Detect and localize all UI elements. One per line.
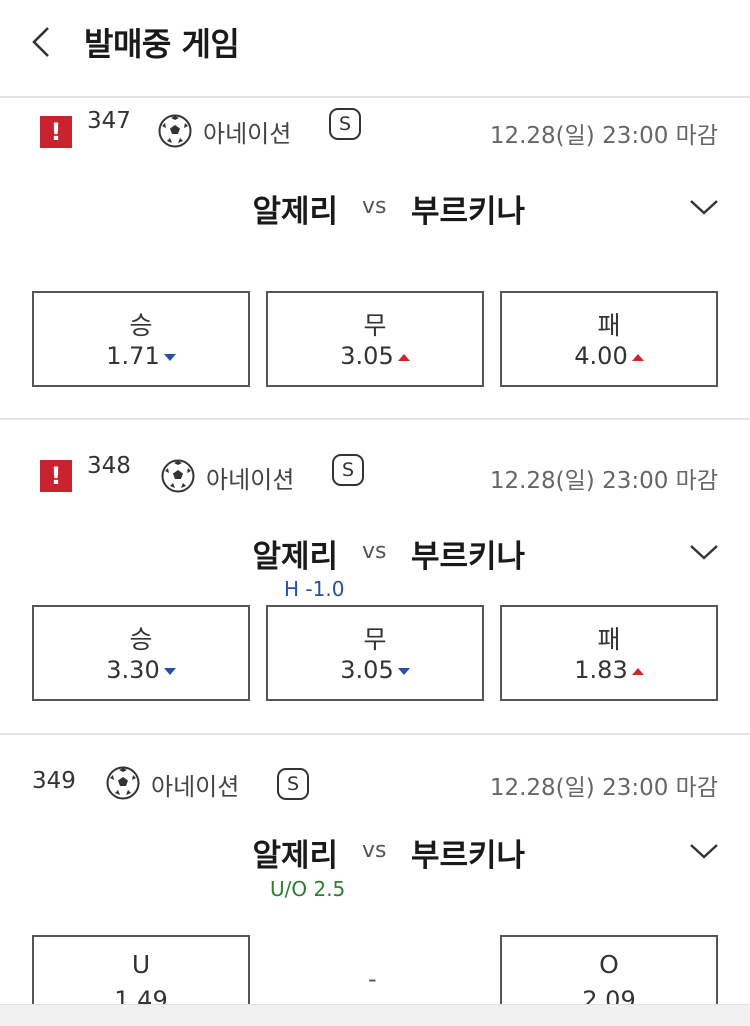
warning-badge: ! (40, 116, 72, 148)
odds-label: 무 (363, 311, 387, 340)
game-card: ! 348 아네이션 S 12.28(일) 23:00 마감 알제리 vs 부르… (0, 422, 750, 735)
soccer-ball-icon (161, 459, 195, 493)
odds-value: 1.83 (574, 656, 628, 684)
soccer-ball-icon (106, 766, 140, 800)
bottom-bar (0, 1004, 750, 1026)
game-number: 348 (87, 453, 131, 479)
away-team: 부르키나 (411, 194, 526, 230)
odds-value: 3.05 (340, 342, 394, 370)
soccer-ball-icon (158, 114, 192, 148)
game-card: 349 아네이션 S 12.28(일) 23:00 마감 알제리 vs 부르키나… (0, 737, 750, 1026)
odds-up-icon (631, 667, 644, 675)
odds-down-icon (397, 667, 410, 675)
odds-empty-dash: - (368, 965, 377, 993)
away-team: 부르키나 (411, 539, 526, 575)
handicap-label: U/O 2.5 (270, 877, 346, 901)
deadline-text: 12.28(일) 23:00 마감 (489, 775, 718, 801)
vs-label: vs (362, 539, 387, 564)
home-team: 알제리 (252, 539, 338, 575)
page-title: 발매중 게임 (84, 25, 240, 63)
odds-label: O (599, 950, 619, 979)
handicap-label: H -1.0 (284, 577, 345, 601)
chevron-down-icon[interactable] (688, 196, 720, 218)
warning-badge: ! (40, 460, 72, 492)
odds-up-icon (397, 353, 410, 361)
vs-label: vs (362, 194, 387, 219)
odds-value: 3.30 (106, 656, 160, 684)
odds-value: 4.00 (574, 342, 628, 370)
odds-value: 3.05 (340, 656, 394, 684)
chevron-down-icon[interactable] (688, 840, 720, 862)
app-header: 발매중 게임 (0, 0, 750, 98)
back-arrow-icon[interactable] (22, 22, 62, 62)
odds-down-icon (163, 667, 176, 675)
away-team: 부르키나 (411, 838, 526, 874)
chevron-down-icon[interactable] (688, 541, 720, 563)
odds-label: 무 (363, 625, 387, 654)
odds-label: 패 (597, 311, 621, 340)
league-label: 아네이션 (206, 466, 295, 494)
deadline-text: 12.28(일) 23:00 마감 (489, 468, 718, 494)
deadline-text: 12.28(일) 23:00 마감 (489, 123, 718, 149)
odds-value: 1.71 (106, 342, 160, 370)
odds-label: 패 (597, 625, 621, 654)
game-number: 347 (87, 108, 131, 134)
game-card: ! 347 아네이션 S 12.28(일) 23:00 마감 알제리 vs 부르… (0, 100, 750, 420)
game-number: 349 (32, 768, 76, 794)
odds-label: 승 (129, 311, 153, 340)
odds-label: U (131, 950, 151, 979)
odds-button-draw[interactable]: 무 3.05 (266, 605, 484, 701)
odds-button-lose[interactable]: 패 4.00 (500, 291, 718, 387)
home-team: 알제리 (252, 194, 338, 230)
odds-button-win[interactable]: 승 3.30 (32, 605, 250, 701)
odds-up-icon (631, 353, 644, 361)
odds-button-lose[interactable]: 패 1.83 (500, 605, 718, 701)
odds-button-draw[interactable]: 무 3.05 (266, 291, 484, 387)
odds-down-icon (163, 353, 176, 361)
league-label: 아네이션 (203, 120, 292, 148)
league-label: 아네이션 (151, 773, 240, 801)
odds-label: 승 (129, 625, 153, 654)
special-badge: S (332, 454, 364, 486)
vs-label: vs (362, 838, 387, 863)
special-badge: S (329, 108, 361, 140)
odds-button-win[interactable]: 승 1.71 (32, 291, 250, 387)
home-team: 알제리 (252, 838, 338, 874)
special-badge: S (277, 768, 309, 800)
